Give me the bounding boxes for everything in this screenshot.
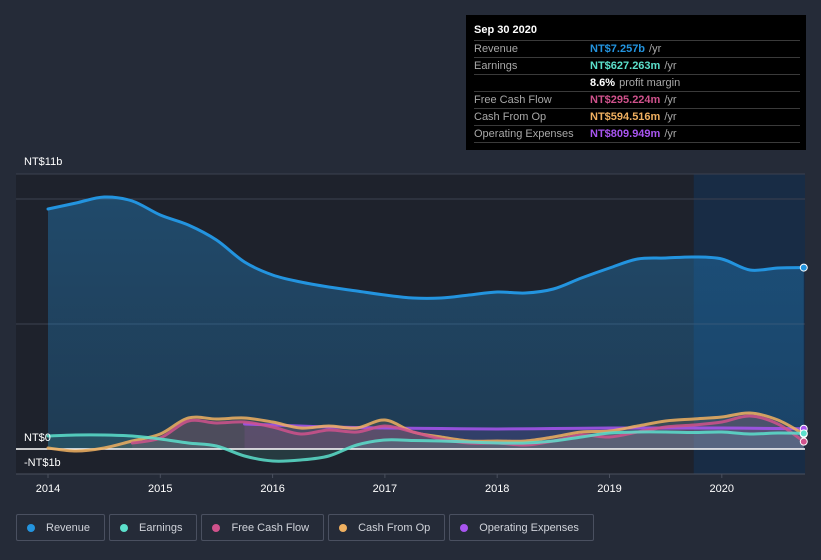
y-tick-label: NT$11b [24, 156, 62, 168]
tooltip-row-free-cash-flow: Free Cash Flow NT$295.224m/yr [474, 92, 800, 109]
tooltip-unit: /yr [649, 43, 662, 55]
tooltip-row-profit-margin: 8.6% profit margin [474, 75, 800, 92]
x-tick-label: 2020 [710, 483, 734, 495]
tooltip-unit: profit margin [619, 77, 681, 89]
legend-dot-icon [212, 523, 221, 532]
tooltip-value: NT$627.263m [590, 60, 661, 72]
x-tick-label: 2019 [597, 483, 621, 495]
legend-item-free-cash-flow[interactable]: Free Cash Flow [201, 514, 325, 541]
legend-dot-icon [339, 523, 348, 532]
x-tick-label: 2014 [36, 483, 60, 495]
legend-dot-icon [120, 523, 129, 532]
legend-label: Cash From Op [358, 521, 431, 534]
legend: Revenue Earnings Free Cash Flow Cash From O… [16, 514, 594, 541]
y-tick-label: -NT$1b [24, 457, 61, 469]
legend-label: Operating Expenses [479, 521, 579, 534]
tooltip-value: NT$295.224m [590, 94, 661, 106]
revenue-end-marker[interactable] [799, 263, 808, 272]
x-tick-label: 2018 [485, 483, 509, 495]
tooltip-label: Free Cash Flow [474, 94, 552, 106]
free-cash-flow-end-marker[interactable] [799, 437, 808, 446]
tooltip-value: 8.6% [590, 77, 616, 89]
tooltip-date: Sep 30 2020 [474, 23, 800, 41]
tooltip-unit: /yr [664, 60, 677, 72]
tooltip-value: NT$594.516m [590, 111, 661, 123]
tooltip-row-operating-expenses: Operating Expenses NT$809.949m/yr [474, 126, 800, 143]
tooltip-label: Revenue [474, 43, 519, 55]
legend-dot-icon [27, 523, 35, 532]
tooltip-row-earnings: Earnings NT$627.263m/yr [474, 58, 800, 75]
tooltip-unit: /yr [664, 94, 677, 106]
tooltip-row-cash-from-op: Cash From Op NT$594.516m/yr [474, 109, 800, 126]
legend-item-cash-from-op[interactable]: Cash From Op [328, 514, 446, 541]
legend-item-operating-expenses[interactable]: Operating Expenses [449, 514, 594, 541]
tooltip-label [474, 75, 590, 91]
tooltip-row-revenue: Revenue NT$7.257b/yr [474, 41, 800, 58]
legend-item-earnings[interactable]: Earnings [109, 514, 198, 541]
tooltip-unit: /yr [664, 128, 677, 140]
x-tick-label: 2016 [260, 483, 284, 495]
tooltip-value: NT$7.257b [590, 43, 646, 55]
tooltip-label: Cash From Op [474, 111, 547, 123]
x-tick-label: 2015 [148, 483, 172, 495]
tooltip-unit: /yr [664, 111, 677, 123]
x-tick-label: 2017 [373, 483, 397, 495]
tooltip-label: Earnings [474, 60, 518, 72]
tooltip-value: NT$809.949m [590, 128, 661, 140]
x-axis-ticks: 2014 2015 2016 2017 2018 2019 2020 [36, 474, 734, 495]
tooltip-panel: Sep 30 2020 Revenue NT$7.257b/yr Earnings N… [466, 15, 806, 150]
legend-dot-icon [460, 523, 469, 532]
tooltip-label: Operating Expenses [474, 128, 574, 140]
legend-label: Earnings [139, 521, 183, 534]
earnings-end-marker[interactable] [799, 429, 808, 438]
legend-label: Free Cash Flow [231, 521, 310, 534]
legend-item-revenue[interactable]: Revenue [16, 514, 106, 541]
legend-label: Revenue [46, 521, 91, 534]
y-tick-label: NT$0 [24, 432, 51, 444]
